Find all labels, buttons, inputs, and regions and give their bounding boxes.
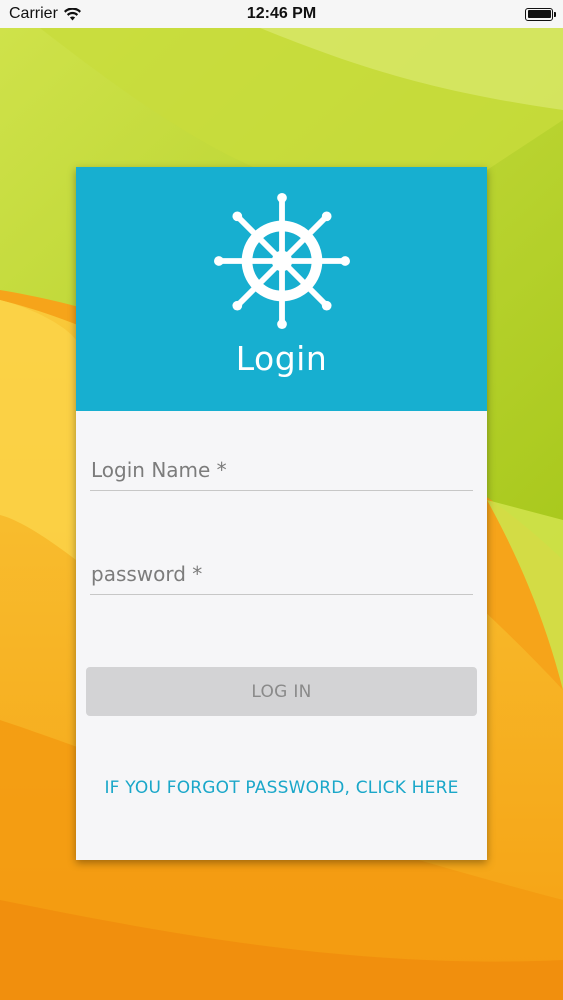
ship-wheel-icon [214,193,350,329]
forgot-password-link[interactable]: IF YOU FORGOT PASSWORD, CLICK HERE [76,778,487,798]
status-time: 12:46 PM [246,5,317,22]
login-title: Login [235,339,328,378]
card-header: Login [76,167,487,411]
login-button[interactable]: LOG IN [86,667,477,716]
carrier-label: Carrier [9,5,58,22]
login-screen: Carrier 12:46 PM Login Login Name * LOG … [0,0,563,1000]
login-name-input[interactable] [90,450,473,490]
battery-icon [525,7,556,21]
wifi-icon [63,7,81,20]
login-card: Login LOG IN IF YOU FORGOT PASSWORD, CLI… [76,167,487,860]
password-input[interactable] [90,554,473,594]
status-left: Carrier [9,5,81,23]
login-name-field [90,450,473,491]
battery-level [527,10,551,18]
status-bar: Carrier 12:46 PM [0,0,563,28]
password-field [90,554,473,595]
